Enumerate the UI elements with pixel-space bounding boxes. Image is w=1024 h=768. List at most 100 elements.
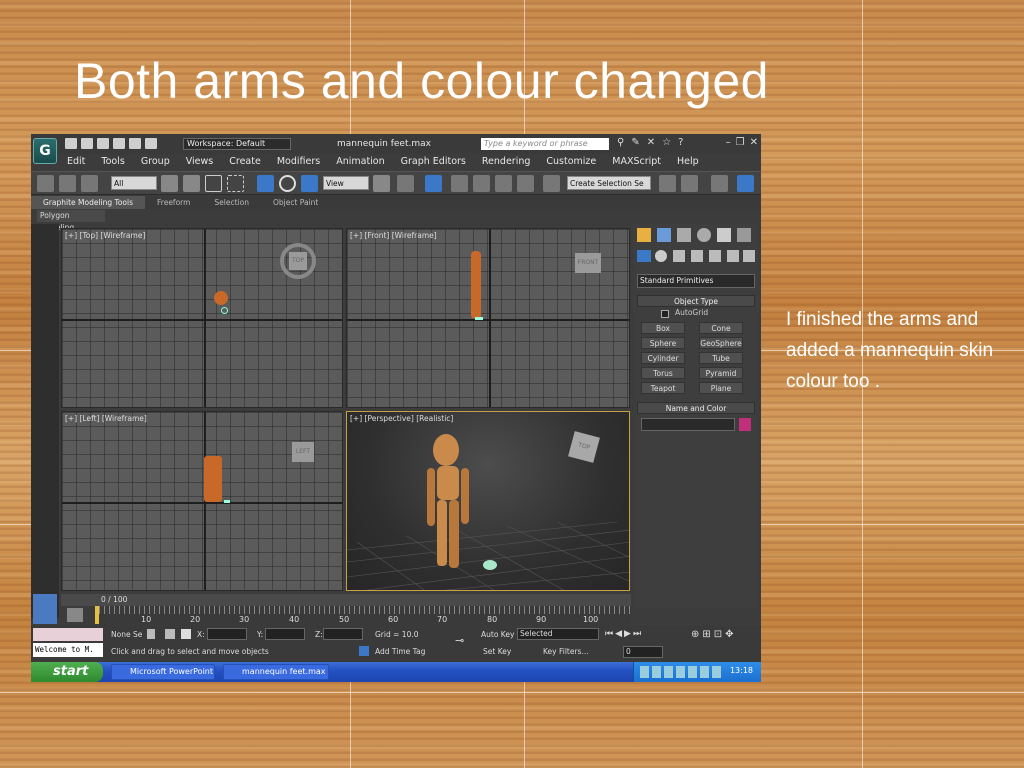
mirror-icon[interactable] [659, 175, 676, 192]
set-key-button[interactable]: Set Key [483, 646, 511, 658]
redo-icon[interactable] [129, 138, 141, 149]
viewport-front[interactable]: [+] [Front] [Wireframe] FRONT [346, 228, 630, 408]
view-cube[interactable]: FRONT [575, 253, 601, 273]
geosphere-button[interactable]: GeoSphere [699, 337, 743, 349]
select-by-name-icon[interactable] [183, 175, 200, 192]
menu-customize[interactable]: Customize [538, 154, 604, 170]
shapes-icon[interactable] [655, 250, 667, 262]
sphere-button[interactable]: Sphere [641, 337, 685, 349]
viewport-perspective[interactable]: [+] [Perspective] [Realistic] TOP [346, 411, 630, 591]
box-button[interactable]: Box [641, 322, 685, 334]
selection-filter-dropdown[interactable]: All [111, 176, 157, 190]
add-time-tag[interactable]: Add Time Tag [375, 646, 425, 658]
pyramid-button[interactable]: Pyramid [699, 367, 743, 379]
angle-snap-icon[interactable] [473, 175, 490, 192]
menu-modifiers[interactable]: Modifiers [269, 154, 328, 170]
reference-coordinate-dropdown[interactable]: View [323, 176, 369, 190]
communication-icon[interactable]: ✕ [647, 137, 655, 148]
viewport-left[interactable]: [+] [Left] [Wireframe] LEFT [61, 411, 343, 591]
tab-graphite-modeling-tools[interactable]: Graphite Modeling Tools [31, 196, 146, 209]
create-tab-icon[interactable] [637, 228, 651, 242]
x-coordinate-field[interactable] [207, 628, 247, 640]
link-icon[interactable] [37, 175, 54, 192]
menu-animation[interactable]: Animation [328, 154, 392, 170]
search-input[interactable]: Type a keyword or phrase [481, 138, 609, 150]
viewport-nav-controls[interactable]: ⊕⊞⊡✥ [691, 629, 757, 657]
lights-icon[interactable] [673, 250, 685, 262]
layer-manager-icon[interactable] [711, 175, 728, 192]
hierarchy-tab-icon[interactable] [677, 228, 691, 242]
menu-tools[interactable]: Tools [93, 154, 132, 170]
menu-create[interactable]: Create [221, 154, 269, 170]
systems-icon[interactable] [743, 250, 755, 262]
tab-selection[interactable]: Selection [202, 196, 261, 209]
workspace-dropdown[interactable]: Workspace: Default [183, 138, 291, 150]
playback-controls[interactable]: ⏮◀▶⏭ [605, 629, 685, 641]
viewport-top[interactable]: [+] [Top] [Wireframe] TOP [61, 228, 343, 408]
start-button[interactable]: start [31, 662, 103, 682]
menu-help[interactable]: Help [669, 154, 707, 170]
cone-button[interactable]: Cone [699, 322, 743, 334]
menu-views[interactable]: Views [178, 154, 222, 170]
view-cube[interactable]: LEFT [292, 442, 314, 462]
lock-selection-icon[interactable] [147, 629, 155, 639]
z-coordinate-field[interactable] [323, 628, 363, 640]
undo-icon[interactable] [113, 138, 125, 149]
tools-icon[interactable]: ✎ [631, 137, 639, 148]
object-color-swatch[interactable] [739, 418, 751, 431]
close-icon[interactable]: ✕ [750, 137, 758, 148]
maxscript-listener-pink[interactable] [33, 628, 103, 641]
viewport-label-front[interactable]: [+] [Front] [Wireframe] [350, 231, 437, 240]
spinner-snap-icon[interactable] [517, 175, 534, 192]
viewport-label-left[interactable]: [+] [Left] [Wireframe] [65, 414, 147, 423]
cylinder-button[interactable]: Cylinder [641, 352, 685, 364]
star-icon[interactable]: ☆ [662, 137, 671, 148]
binoculars-icon[interactable]: ⚲ [617, 137, 624, 148]
app-logo-icon[interactable]: G [33, 138, 57, 164]
taskbar-powerpoint[interactable]: Microsoft PowerPoint ... [111, 664, 215, 680]
open-file-icon[interactable] [81, 138, 93, 149]
minimize-icon[interactable]: – [726, 137, 731, 148]
select-object-icon[interactable] [161, 175, 178, 192]
track-bar[interactable]: 10 20 30 40 50 60 70 80 90 100 [95, 606, 631, 626]
mini-curve-editor-icon[interactable] [67, 608, 83, 622]
isolate-selection-icon[interactable] [165, 629, 175, 639]
tab-object-paint[interactable]: Object Paint [261, 196, 330, 209]
utilities-tab-icon[interactable] [737, 228, 751, 242]
save-icon[interactable] [97, 138, 109, 149]
rectangle-selection-icon[interactable] [205, 175, 222, 192]
render-setup-icon[interactable] [737, 175, 754, 192]
y-coordinate-field[interactable] [265, 628, 305, 640]
tray-icons[interactable] [640, 666, 724, 678]
menu-rendering[interactable]: Rendering [474, 154, 539, 170]
maxscript-mini-listener[interactable]: Welcome to M. [33, 643, 103, 657]
menu-maxscript[interactable]: MAXScript [604, 154, 669, 170]
key-filters-button[interactable]: Key Filters... [543, 646, 589, 658]
polygon-modeling-panel[interactable]: Polygon Modeling [37, 210, 105, 232]
name-and-color-rollout[interactable]: Name and Color [637, 402, 755, 414]
percent-snap-icon[interactable] [495, 175, 512, 192]
plane-button[interactable]: Plane [699, 382, 743, 394]
teapot-button[interactable]: Teapot [641, 382, 685, 394]
pivot-center-icon[interactable] [373, 175, 390, 192]
align-icon[interactable] [681, 175, 698, 192]
scale-icon[interactable] [301, 175, 318, 192]
object-name-input[interactable] [641, 418, 735, 431]
absolute-mode-icon[interactable] [181, 629, 191, 639]
keyboard-shortcut-icon[interactable] [425, 175, 442, 192]
geometry-icon[interactable] [637, 250, 651, 262]
object-type-rollout[interactable]: Object Type [637, 295, 755, 307]
edit-named-selection-icon[interactable] [543, 175, 560, 192]
primitive-category-dropdown[interactable]: Standard Primitives [637, 274, 755, 288]
menu-graph-editors[interactable]: Graph Editors [393, 154, 474, 170]
modify-tab-icon[interactable] [657, 228, 671, 242]
select-and-manipulate-icon[interactable] [397, 175, 414, 192]
viewport-label-top[interactable]: [+] [Top] [Wireframe] [65, 231, 145, 240]
viewport-layout-icon[interactable] [33, 594, 57, 624]
bind-spacewarp-icon[interactable] [81, 175, 98, 192]
cameras-icon[interactable] [691, 250, 703, 262]
window-crossing-icon[interactable] [227, 175, 244, 192]
taskbar-3dsmax[interactable]: mannequin feet.max ... [223, 664, 329, 680]
autogrid-checkbox[interactable] [661, 310, 669, 318]
set-key-icon[interactable]: ⊸ [455, 634, 473, 647]
